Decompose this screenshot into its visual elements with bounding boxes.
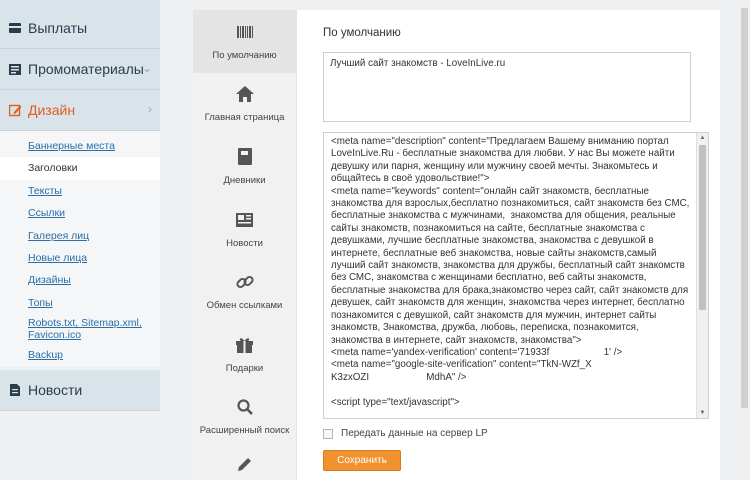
- submenu-links[interactable]: Ссылки: [0, 202, 160, 224]
- tab-edit[interactable]: [193, 448, 296, 478]
- submenu-banner-places[interactable]: Баннерные места: [0, 135, 160, 157]
- tab-default[interactable]: По умолчанию: [193, 10, 296, 73]
- submenu-designs[interactable]: Дизайны: [0, 269, 160, 291]
- tab-link-exchange[interactable]: Обмен ссылками: [193, 260, 296, 323]
- chevron-right-icon: ›: [148, 102, 152, 116]
- meta-scroll-thumb[interactable]: [699, 145, 706, 310]
- tab-news-label: Новости: [226, 237, 263, 249]
- submenu-texts[interactable]: Тексты: [0, 180, 160, 202]
- nav-payouts-label: Выплаты: [28, 20, 88, 36]
- scroll-down-icon[interactable]: ▼: [697, 408, 708, 418]
- submenu-backup[interactable]: Backup: [0, 344, 160, 366]
- nav-promo[interactable]: Промоматериалы ⌄: [0, 49, 160, 90]
- scroll-up-icon[interactable]: ▲: [697, 133, 708, 143]
- nav-payouts[interactable]: Выплаты: [0, 8, 160, 49]
- submenu-new-faces[interactable]: Новые лица: [0, 247, 160, 269]
- tab-home-page[interactable]: Главная страница: [193, 73, 296, 136]
- book-icon: [235, 147, 255, 167]
- submenu-headings[interactable]: Заголовки: [0, 157, 160, 180]
- nav-design[interactable]: Дизайн ›: [0, 90, 160, 131]
- card-icon: [8, 21, 22, 35]
- gift-icon: [235, 335, 255, 355]
- submenu-tops[interactable]: Топы: [0, 292, 160, 314]
- tab-advanced-search-label: Расширенный поиск: [199, 425, 290, 437]
- submenu-face-gallery[interactable]: Галерея лиц: [0, 225, 160, 247]
- send-to-lp-label: Передать данные на сервер LP: [341, 428, 488, 439]
- search-icon: [235, 397, 255, 417]
- meta-scrollbar[interactable]: ▲ ▼: [696, 133, 708, 418]
- meta-tags-text: <meta name="description" content="Предла…: [331, 136, 690, 408]
- tab-diaries-label: Дневники: [223, 174, 266, 186]
- tab-diaries[interactable]: Дневники: [193, 135, 296, 198]
- newspaper-icon: [8, 62, 22, 76]
- chevron-down-icon: ⌄: [141, 61, 152, 75]
- window-scrollbar[interactable]: [739, 0, 750, 480]
- meta-tags-textarea[interactable]: <meta name="description" content="Предла…: [323, 132, 709, 419]
- vertical-tabs: По умолчанию Главная страница Дневники Н…: [193, 10, 297, 480]
- pencil-icon: [235, 456, 255, 472]
- tab-gifts-label: Подарки: [225, 362, 264, 374]
- design-submenu: Баннерные места Заголовки Тексты Ссылки …: [0, 131, 160, 367]
- pencil-square-icon: [8, 103, 22, 117]
- barcode-icon: [235, 22, 255, 42]
- home-icon: [235, 84, 255, 104]
- nav-promo-label: Промоматериалы: [28, 61, 144, 77]
- sidebar-top-strip: [0, 0, 160, 8]
- nav-design-label: Дизайн: [28, 102, 76, 118]
- section-title: По умолчанию: [323, 27, 401, 39]
- tab-link-exchange-label: Обмен ссылками: [206, 300, 283, 312]
- title-input[interactable]: Лучший сайт знакомств - LoveInLive.ru: [323, 52, 691, 122]
- tab-gifts[interactable]: Подарки: [193, 323, 296, 386]
- tab-advanced-search[interactable]: Расширенный поиск: [193, 386, 296, 449]
- window-scroll-thumb[interactable]: [741, 8, 748, 408]
- tab-default-label: По умолчанию: [212, 49, 277, 61]
- sidebar: Выплаты Промоматериалы ⌄ Дизайн › Баннер…: [0, 0, 160, 480]
- submenu-robots-sitemap-favicon[interactable]: Robots.txt, Sitemap.xml, Favicon.ico: [0, 314, 160, 344]
- nav-news[interactable]: Новости: [0, 369, 160, 411]
- submenu-robots-line1: Robots.txt, Sitemap.xml,: [28, 317, 142, 330]
- nav-news-label: Новости: [28, 381, 83, 398]
- document-icon: [8, 383, 22, 397]
- link-icon: [235, 272, 255, 292]
- submenu-robots-line2: Favicon.ico: [28, 329, 82, 342]
- news-icon: [235, 210, 255, 230]
- tab-news[interactable]: Новости: [193, 198, 296, 261]
- save-button[interactable]: Сохранить: [323, 450, 401, 471]
- tab-home-page-label: Главная страница: [204, 112, 285, 124]
- send-to-lp-checkbox[interactable]: [323, 429, 333, 439]
